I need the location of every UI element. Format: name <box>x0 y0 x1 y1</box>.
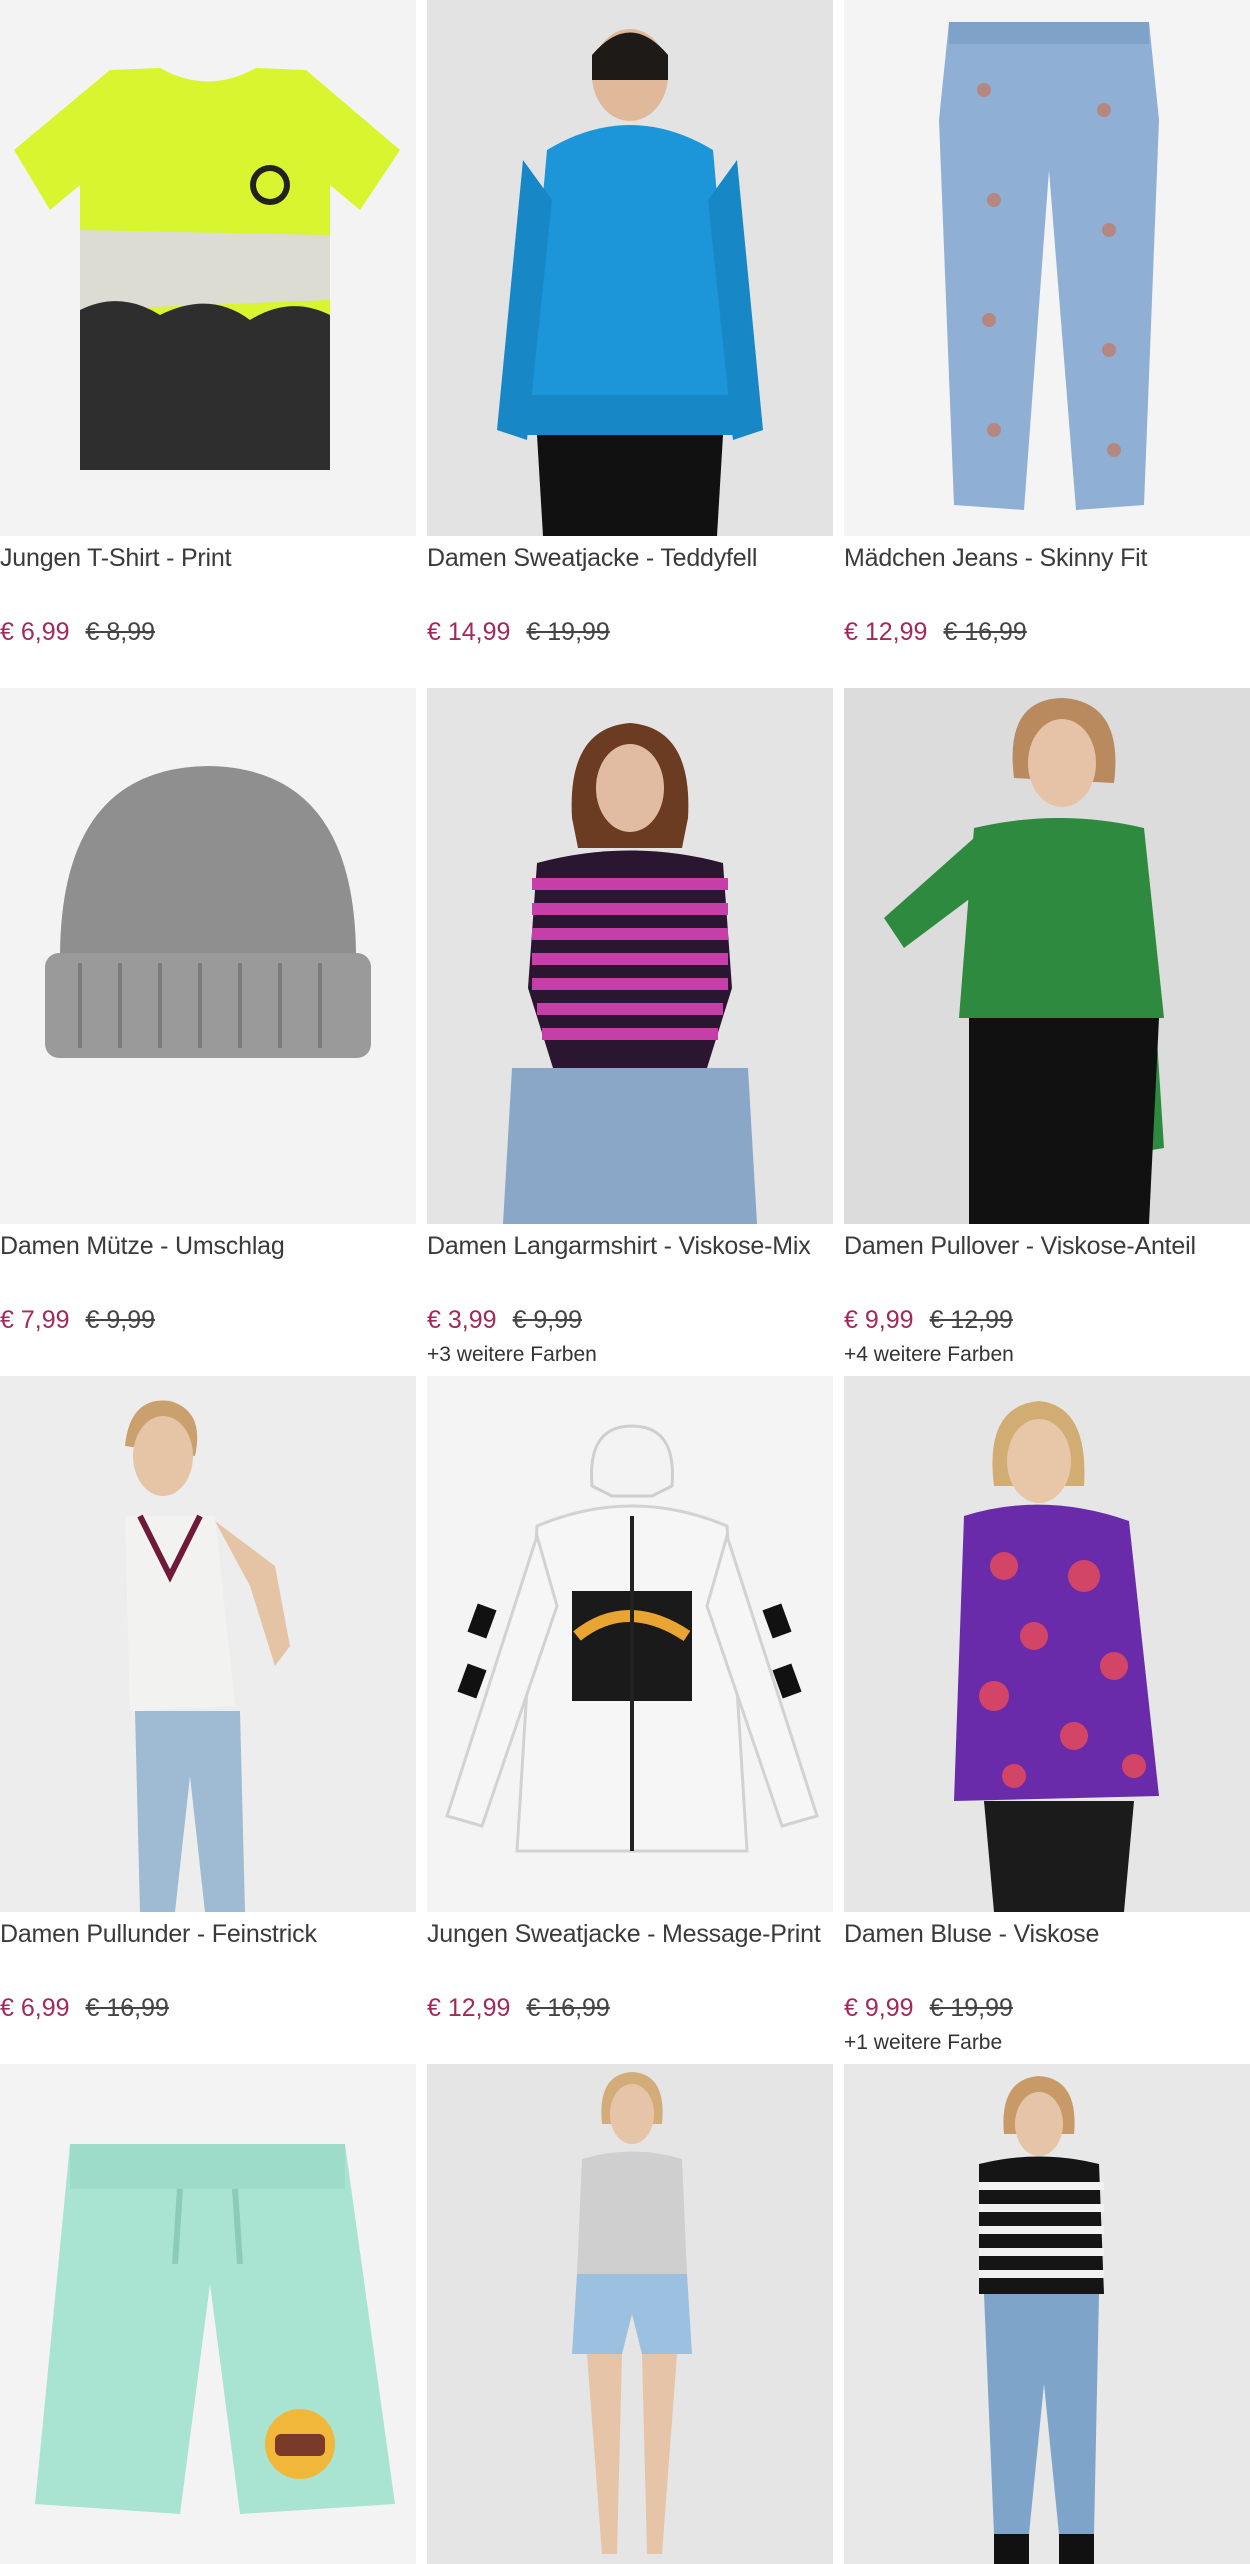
product-image[interactable] <box>427 2064 833 2564</box>
product-title[interactable]: Damen Sweatjacke - Teddyfell <box>427 542 833 606</box>
product-card[interactable] <box>833 2064 1250 2564</box>
more-colors-label[interactable]: +4 weitere Farben <box>844 1342 1250 1368</box>
blouse-icon <box>954 1401 1159 1912</box>
striped-sweater-icon <box>979 2076 1104 2564</box>
sweater-vest-icon <box>125 1400 290 1912</box>
product-title[interactable]: Mädchen Jeans - Skinny Fit <box>844 542 1250 606</box>
original-price: € 8,99 <box>85 618 156 646</box>
beanie-icon <box>45 766 371 1058</box>
sale-price: € 12,99 <box>427 1994 511 2022</box>
model-shorts-icon <box>572 2072 692 2554</box>
product-card[interactable]: Jungen Sweatjacke - Message-Print € 12,9… <box>416 1376 833 2064</box>
product-image[interactable] <box>844 0 1250 536</box>
price-row: € 9,99 € 12,99 <box>844 1304 1250 1336</box>
price-row: € 7,99 € 9,99 <box>0 1304 416 1336</box>
original-price: € 16,99 <box>526 1994 610 2022</box>
sale-price: € 12,99 <box>844 618 928 646</box>
product-card[interactable]: Damen Pullunder - Feinstrick € 6,99 € 16… <box>0 1376 416 2064</box>
product-image[interactable] <box>427 0 833 536</box>
product-title[interactable]: Jungen T-Shirt - Print <box>0 542 416 606</box>
product-image[interactable] <box>844 1376 1250 1912</box>
price-row: € 14,99 € 19,99 <box>427 616 833 648</box>
price-row: € 3,99 € 9,99 <box>427 1304 833 1336</box>
price-row: € 6,99 € 16,99 <box>0 1992 416 2024</box>
product-image[interactable] <box>844 2064 1250 2564</box>
green-sweater-icon <box>884 698 1164 1224</box>
original-price: € 19,99 <box>929 1994 1013 2022</box>
product-title[interactable]: Damen Pullover - Viskose-Anteil <box>844 1230 1250 1294</box>
original-price: € 9,99 <box>512 1306 583 1334</box>
product-grid-row-partial <box>0 2064 1250 2564</box>
fleece-jacket-icon <box>497 29 763 536</box>
sale-price: € 9,99 <box>844 1994 914 2022</box>
product-card[interactable]: Damen Langarmshirt - Viskose-Mix € 3,99 … <box>416 688 833 1376</box>
sale-price: € 6,99 <box>0 618 70 646</box>
product-image[interactable] <box>427 1376 833 1912</box>
original-price: € 19,99 <box>526 618 610 646</box>
product-title[interactable]: Damen Bluse - Viskose <box>844 1918 1250 1982</box>
sale-price: € 7,99 <box>0 1306 70 1334</box>
sale-price: € 14,99 <box>427 618 511 646</box>
product-grid: Jungen T-Shirt - Print € 6,99 € 8,99 Dam… <box>0 0 1250 2064</box>
product-title[interactable]: Damen Pullunder - Feinstrick <box>0 1918 416 1982</box>
price-row: € 9,99 € 19,99 <box>844 1992 1250 2024</box>
product-card[interactable]: Mädchen Jeans - Skinny Fit € 12,99 € 16,… <box>833 0 1250 688</box>
original-price: € 9,99 <box>85 1306 156 1334</box>
sale-price: € 9,99 <box>844 1306 914 1334</box>
product-image[interactable] <box>0 1376 416 1912</box>
price-row: € 6,99 € 8,99 <box>0 616 416 648</box>
price-row: € 12,99 € 16,99 <box>844 616 1250 648</box>
hoodie-icon <box>445 1424 819 1853</box>
product-title[interactable]: Jungen Sweatjacke - Message-Print <box>427 1918 833 1982</box>
sale-price: € 3,99 <box>427 1306 497 1334</box>
product-image[interactable] <box>427 688 833 1224</box>
shorts-icon <box>35 2144 395 2514</box>
product-image[interactable] <box>844 688 1250 1224</box>
more-colors-label[interactable]: +1 weitere Farbe <box>844 2030 1250 2056</box>
tshirt-icon <box>14 68 400 470</box>
product-card[interactable]: Damen Mütze - Umschlag € 7,99 € 9,99 <box>0 688 416 1376</box>
product-image[interactable] <box>0 688 416 1224</box>
original-price: € 12,99 <box>929 1306 1013 1334</box>
product-image[interactable] <box>0 0 416 536</box>
original-price: € 16,99 <box>943 618 1027 646</box>
product-image[interactable] <box>0 2064 416 2564</box>
sale-price: € 6,99 <box>0 1994 70 2022</box>
product-card[interactable] <box>416 2064 833 2564</box>
product-card[interactable]: Damen Bluse - Viskose € 9,99 € 19,99 +1 … <box>833 1376 1250 2064</box>
product-card[interactable] <box>0 2064 416 2564</box>
jeans-icon <box>939 22 1159 510</box>
product-card[interactable]: Jungen T-Shirt - Print € 6,99 € 8,99 <box>0 0 416 688</box>
product-title[interactable]: Damen Mütze - Umschlag <box>0 1230 416 1294</box>
product-card[interactable]: Damen Sweatjacke - Teddyfell € 14,99 € 1… <box>416 0 833 688</box>
more-colors-label[interactable]: +3 weitere Farben <box>427 1342 833 1368</box>
original-price: € 16,99 <box>85 1994 169 2022</box>
striped-shirt-icon <box>503 723 757 1224</box>
price-row: € 12,99 € 16,99 <box>427 1992 833 2024</box>
product-title[interactable]: Damen Langarmshirt - Viskose-Mix <box>427 1230 833 1294</box>
product-card[interactable]: Damen Pullover - Viskose-Anteil € 9,99 €… <box>833 688 1250 1376</box>
